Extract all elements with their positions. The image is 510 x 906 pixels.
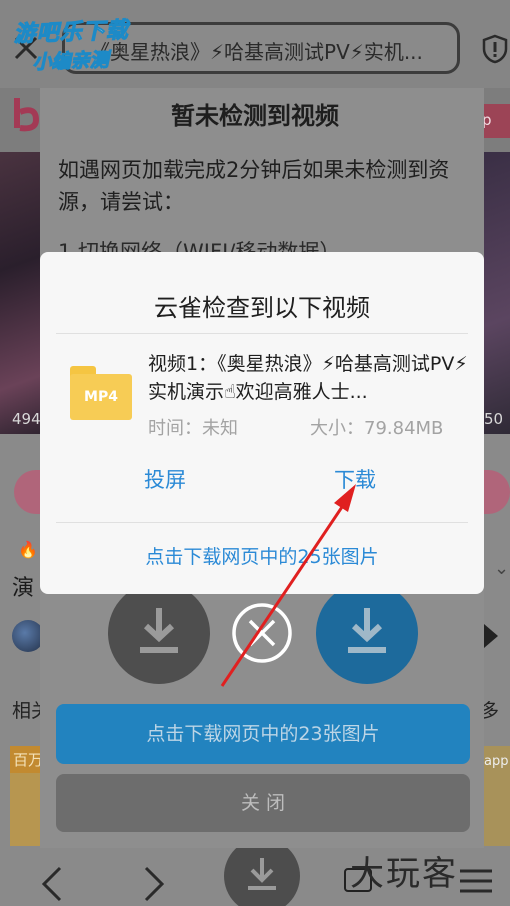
save-local-button[interactable] (108, 582, 210, 684)
watermark-text: 大玩客 (350, 854, 458, 894)
play-icon[interactable] (484, 624, 498, 648)
nav-download-button[interactable] (224, 838, 300, 906)
back-arrow-icon[interactable] (38, 864, 66, 904)
video-title-fragment: 演 (12, 576, 35, 601)
download-icon (248, 858, 276, 890)
download-icon (140, 608, 178, 653)
chevron-down-icon[interactable]: ⌄ (494, 558, 509, 579)
close-button[interactable]: 关 闭 (56, 774, 470, 832)
forward-arrow-icon[interactable] (140, 864, 168, 904)
divider (56, 522, 468, 523)
video-found-dialog: 云雀检查到以下视频 MP4 视频1：《奥星热浪》⚡哈基高测试PV⚡实机演示☝欢迎… (40, 252, 484, 594)
related-card-right[interactable]: app (484, 746, 510, 846)
download-button-large[interactable] (316, 582, 418, 684)
shield-icon[interactable] (482, 34, 508, 64)
no-video-hint: 如遇网页加载完成2分钟后如果未检测到资源，请尝试： (58, 158, 450, 214)
cast-button[interactable]: 投屏 (144, 464, 186, 494)
file-type-badge: MP4 (70, 374, 132, 420)
video-thumbnail-left (0, 152, 44, 434)
watermark-logo: 游吧乐下载 小编亲测 (13, 18, 130, 74)
video-thumbnail-right (484, 152, 510, 434)
download-button[interactable]: 下载 (334, 464, 376, 494)
dialog-title: 云雀检查到以下视频 (154, 294, 370, 322)
video-file-name: 视频1：《奥星热浪》⚡哈基高测试PV⚡实机演示☝欢迎高雅人士... (148, 353, 468, 403)
close-circle-icon[interactable] (231, 602, 293, 664)
view-count-left: 494 (12, 410, 41, 428)
menu-icon[interactable] (456, 866, 496, 896)
no-video-title: 暂未检测到视频 (171, 102, 339, 130)
divider (56, 333, 468, 334)
folder-icon: MP4 (70, 366, 132, 420)
video-duration: 时间：未知 (148, 418, 238, 439)
download-images-button[interactable]: 点击下载网页中的23张图片 (56, 704, 470, 764)
no-video-hint-line: 1.切换网络（WIFI/移动数据） (58, 240, 341, 252)
download-icon (348, 608, 386, 653)
view-count-right: 50 (484, 410, 504, 428)
fire-icon: 🔥 (18, 540, 38, 559)
video-size: 大小：79.84MB (310, 418, 444, 439)
download-images-link[interactable]: 点击下载网页中的25张图片 (40, 542, 484, 569)
